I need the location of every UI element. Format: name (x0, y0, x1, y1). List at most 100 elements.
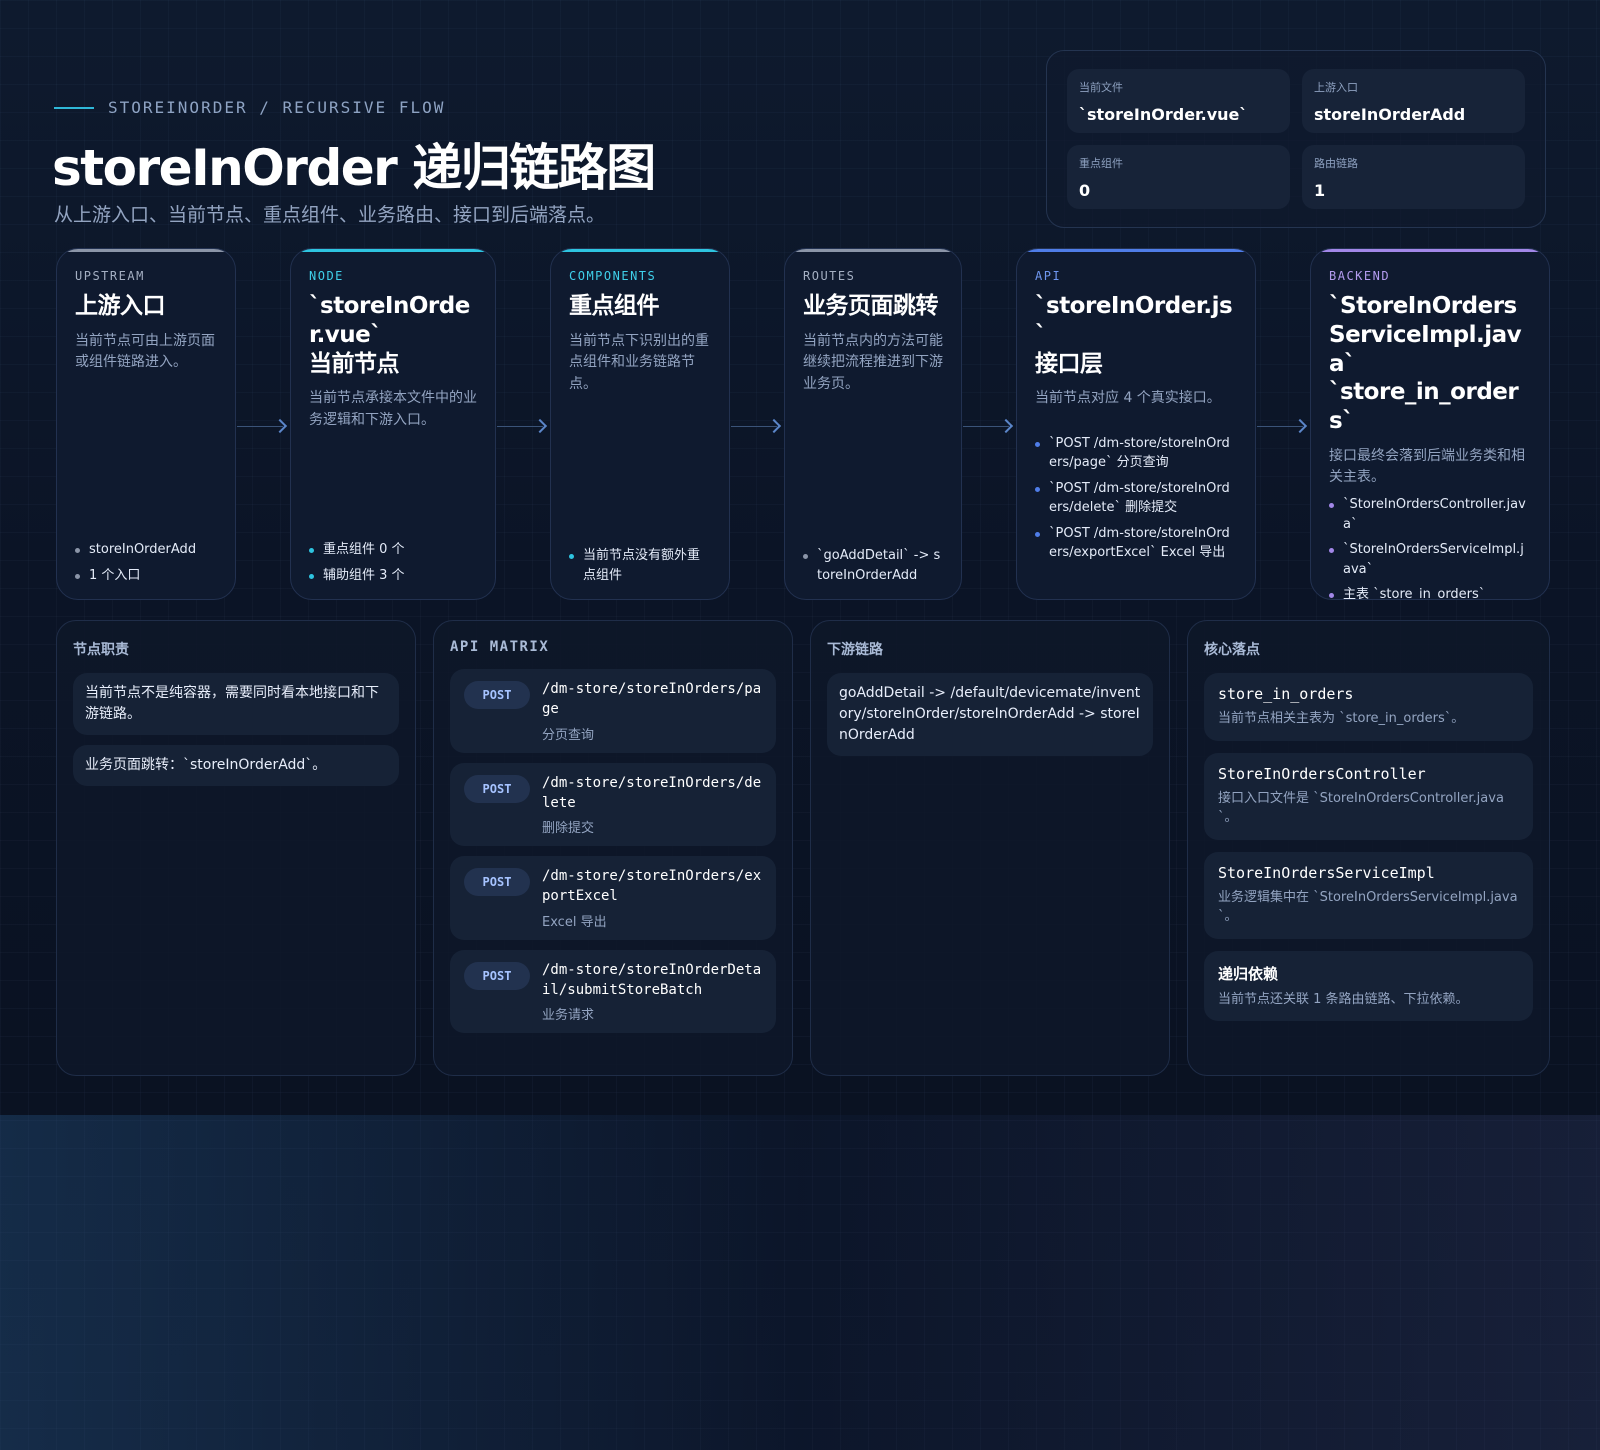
core-item-title: 递归依赖 (1218, 964, 1279, 983)
list-item: 辅助组件 3 个 (309, 566, 477, 586)
list-item: 主表 `store_in_orders` (1329, 585, 1531, 599)
panel-downstream: 下游链路 goAddDetail -> /default/devicemate/… (810, 620, 1170, 1076)
card-list: storeInOrderAdd 1 个入口 (75, 534, 217, 585)
list-item: 1 个入口 (75, 566, 217, 586)
flow-card-components: COMPONENTS 重点组件 当前节点下识别出的重点组件和业务链路节点。 当前… (550, 248, 730, 600)
eyebrow-line (54, 106, 94, 109)
api-note: 删除提交 (542, 821, 595, 837)
card-list: `goAddDetail` -> storeInOrderAdd (803, 540, 943, 585)
panel-core: 核心落点 store_in_orders 当前节点相关主表为 `store_in… (1187, 620, 1550, 1076)
card-title-role: 接口层 (1035, 350, 1103, 377)
flow-arrow (731, 414, 782, 438)
panel-title: 下游链路 (827, 642, 883, 658)
core-item: 递归依赖 当前节点还关联 1 条路由链路、下拉依赖。 (1204, 950, 1533, 1021)
card-title-file: `StoreInOrdersServiceImpl.java` (1329, 293, 1522, 377)
downstream-item: goAddDetail -> /default/devicemate/inven… (827, 673, 1153, 756)
eyebrow-text: STOREINORDER / RECURSIVE FLOW (108, 98, 446, 117)
core-item-desc: 当前节点相关主表为 `store_in_orders`。 (1218, 711, 1465, 726)
core-item-desc: 业务逻辑集中在 `StoreInOrdersServiceImpl.java`。 (1218, 889, 1518, 925)
card-desc: 当前节点对应 4 个真实接口。 (1035, 390, 1221, 407)
flow-card-api: API `storeInOrder.js` 接口层 当前节点对应 4 个真实接口… (1016, 248, 1256, 600)
card-title: `storeInOrder.js` 接口层 (1035, 292, 1237, 378)
card-tag: COMPONENTS (569, 269, 657, 283)
api-path: /dm-store/storeInOrders/page (542, 681, 762, 718)
panel-title: 核心落点 (1204, 642, 1260, 658)
stat-upstream-entry: 上游入口 storeInOrderAdd (1302, 69, 1525, 133)
card-title: 重点组件 (569, 293, 660, 319)
arrow-right-icon (532, 418, 548, 434)
core-item-title: StoreInOrdersServiceImpl (1218, 863, 1435, 882)
arrow-right-icon (1292, 418, 1308, 434)
list-item: `StoreInOrdersController.java` (1329, 495, 1531, 534)
card-title-file: `storeInOrder.js` (1035, 293, 1233, 348)
stat-value: storeInOrderAdd (1314, 105, 1466, 124)
api-row: POST /dm-store/storeInOrders/exportExcel… (450, 856, 776, 940)
card-tag: BACKEND (1329, 269, 1391, 283)
list-item: 当前节点没有额外重点组件 (569, 546, 711, 585)
api-note: Excel 导出 (542, 914, 607, 930)
stat-key-components: 重点组件 0 (1067, 145, 1290, 209)
card-title-role: 当前节点 (309, 350, 400, 377)
list-item: `StoreInOrdersServiceImpl.java` (1329, 540, 1531, 579)
stat-label: 路由链路 (1314, 157, 1358, 170)
method-badge: POST (464, 868, 530, 897)
card-list: `POST /dm-store/storeInOrders/page` 分页查询… (1035, 428, 1237, 563)
stat-value: 0 (1079, 181, 1091, 200)
card-list: 重点组件 0 个 辅助组件 3 个 (309, 534, 477, 585)
page-title: storeInOrder 递归链路图 (52, 139, 656, 197)
arrow-right-icon (998, 418, 1014, 434)
duty-item: 业务页面跳转：`storeInOrderAdd`。 (73, 745, 399, 786)
card-desc: 当前节点承接本文件中的业务逻辑和下游入口。 (309, 390, 477, 428)
core-item-title: store_in_orders (1218, 685, 1354, 703)
core-item-desc: 接口入口文件是 `StoreInOrdersController.java`。 (1218, 790, 1504, 826)
panel-title: 节点职责 (73, 642, 129, 658)
api-row: POST /dm-store/storeInOrderDetail/submit… (450, 949, 776, 1034)
api-row: POST /dm-store/storeInOrders/delete 删除提交 (450, 762, 776, 847)
method-badge: POST (464, 961, 530, 990)
method-badge: POST (464, 681, 530, 709)
panel-api-matrix: API MATRIX POST /dm-store/storeInOrders/… (433, 620, 793, 1076)
list-item: `POST /dm-store/storeInOrders/page` 分页查询 (1035, 434, 1237, 473)
card-desc: 当前节点可由上游页面或组件链路进入。 (75, 332, 215, 371)
card-desc: 接口最终会落到后端业务类和相关主表。 (1329, 447, 1525, 486)
duty-item: 当前节点不是纯容器，需要同时看本地接口和下游链路。 (73, 673, 399, 735)
flow-arrow (963, 414, 1014, 438)
stat-label: 上游入口 (1314, 81, 1358, 94)
api-path: /dm-store/storeInOrderDetail/submitStore… (542, 961, 762, 999)
flow-card-node: NODE `storeInOrder.vue` 当前节点 当前节点承接本文件中的… (290, 248, 496, 600)
flow-card-routes: ROUTES 业务页面跳转 当前节点内的方法可能继续把流程推进到下游业务页。 `… (784, 248, 962, 600)
card-desc: 当前节点内的方法可能继续把流程推进到下游业务页。 (803, 332, 943, 393)
card-tag: UPSTREAM (75, 269, 145, 283)
arrow-right-icon (272, 418, 288, 434)
summary-panel: 当前文件 `storeInOrder.vue` 上游入口 storeInOrde… (1046, 50, 1546, 228)
flow-card-backend: BACKEND `StoreInOrdersServiceImpl.java` … (1310, 248, 1550, 600)
card-title-file: `storeInOrder.vue` (309, 293, 470, 348)
core-item: StoreInOrdersController 接口入口文件是 `StoreIn… (1204, 752, 1533, 840)
api-path: /dm-store/storeInOrders/exportExcel (542, 868, 762, 905)
card-title: 业务页面跳转 (803, 293, 939, 319)
card-title: `storeInOrder.vue` 当前节点 (309, 292, 477, 378)
flow-card-upstream: UPSTREAM 上游入口 当前节点可由上游页面或组件链路进入。 storeIn… (56, 248, 236, 600)
list-item: 重点组件 0 个 (309, 540, 477, 560)
core-item-title: StoreInOrdersController (1218, 764, 1426, 783)
list-item: `POST /dm-store/storeInOrders/exportExce… (1035, 524, 1237, 563)
core-item: StoreInOrdersServiceImpl 业务逻辑集中在 `StoreI… (1204, 851, 1533, 939)
api-row: POST /dm-store/storeInOrders/page 分页查询 (450, 669, 776, 753)
card-title: `StoreInOrdersServiceImpl.java` `store_i… (1329, 292, 1531, 436)
flow-arrow (497, 414, 548, 438)
card-list: `StoreInOrdersController.java` `StoreInO… (1329, 489, 1531, 599)
stat-current-file: 当前文件 `storeInOrder.vue` (1067, 69, 1290, 133)
list-item: storeInOrderAdd (75, 540, 217, 560)
card-tag: ROUTES (803, 269, 856, 283)
card-tag: NODE (309, 269, 344, 283)
card-title-table: `store_in_orders` (1329, 379, 1519, 434)
card-title: 上游入口 (75, 293, 166, 319)
panel-title: API MATRIX (450, 639, 550, 655)
page-subtitle: 从上游入口、当前节点、重点组件、业务路由、接口到后端落点。 (54, 204, 606, 226)
card-desc: 当前节点下识别出的重点组件和业务链路节点。 (569, 332, 709, 393)
card-list: 当前节点没有额外重点组件 (569, 540, 711, 585)
flow-arrow (1257, 414, 1308, 438)
stat-value: `storeInOrder.vue` (1079, 105, 1248, 124)
flow-arrow (237, 414, 288, 438)
api-path: /dm-store/storeInOrders/delete (542, 774, 762, 811)
